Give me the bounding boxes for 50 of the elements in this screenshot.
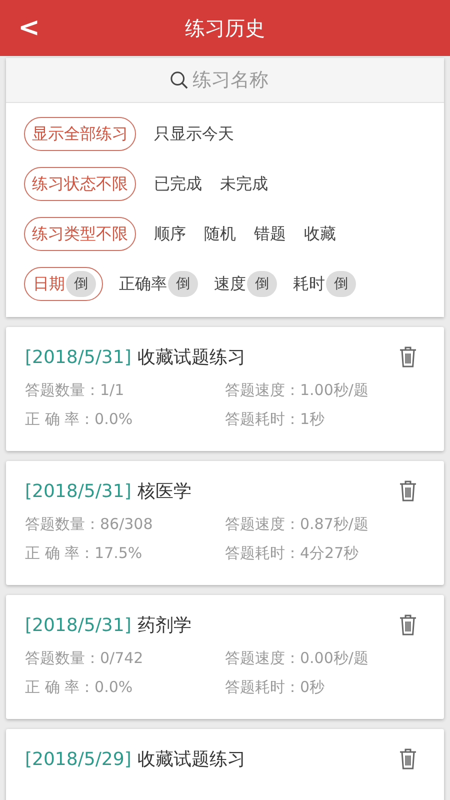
filter-option[interactable]: 随机	[204, 217, 236, 251]
record-name: 收藏试题练习	[137, 347, 246, 368]
stat-text: 答题数量：0/742	[25, 649, 144, 668]
record-name: 药剂学	[137, 615, 192, 636]
stat-text: 答题数量：1/1	[25, 381, 126, 400]
record-date: [2018/5/31]	[25, 615, 132, 636]
stat-text: 答题速度：0.87秒/题	[225, 515, 370, 534]
sort-option[interactable]: 日期 倒	[24, 267, 103, 301]
filter-option[interactable]: 只显示今天	[154, 117, 234, 151]
filter-option[interactable]: 练习状态不限	[24, 167, 136, 201]
stat-text: 答题数量：86/308	[25, 515, 154, 534]
filter-option[interactable]: 未完成	[220, 167, 268, 201]
stat-text: 正 确 率：0.0%	[25, 678, 134, 697]
record-date: [2018/5/31]	[25, 481, 132, 502]
back-button[interactable]: <	[14, 10, 44, 46]
filter-option[interactable]: 显示全部练习	[24, 117, 136, 151]
record-name: 核医学	[137, 481, 192, 502]
record-name: 收藏试题练习	[137, 749, 246, 770]
sort-option[interactable]: 耗时 倒	[293, 267, 356, 301]
sort-option[interactable]: 速度 倒	[214, 267, 277, 301]
order-badge: 倒	[326, 271, 356, 297]
record-date: [2018/5/31]	[25, 347, 132, 368]
filter-option[interactable]: 已完成	[154, 167, 202, 201]
order-badge: 倒	[66, 271, 96, 297]
sort-label: 速度	[214, 274, 246, 294]
record-date: [2018/5/29]	[25, 749, 132, 770]
search-icon	[170, 70, 188, 90]
filter-option[interactable]: 收藏	[304, 217, 336, 251]
filter-option[interactable]: 顺序	[154, 217, 186, 251]
filter-option[interactable]: 错题	[254, 217, 286, 251]
sort-label: 正确率	[119, 274, 167, 294]
sort-label: 日期	[33, 274, 65, 294]
order-badge: 倒	[247, 271, 277, 297]
sort-label: 耗时	[293, 274, 325, 294]
stat-text: 正 确 率：17.5%	[25, 544, 144, 563]
stat-text: 答题耗时：0秒	[225, 678, 326, 697]
search-field[interactable]: 练习名称	[190, 68, 280, 92]
stat-text: 答题耗时：1秒	[225, 410, 326, 429]
stat-text: 正 确 率：0.0%	[25, 410, 134, 429]
filter-option[interactable]: 练习类型不限	[24, 217, 136, 251]
stat-text: 答题速度：0.00秒/题	[225, 649, 370, 668]
stat-text: 答题耗时：4分27秒	[225, 544, 360, 563]
trash-icon	[399, 480, 417, 502]
sort-option[interactable]: 正确率 倒	[119, 267, 198, 301]
stat-text: 答题速度：1.00秒/题	[225, 381, 370, 400]
order-badge: 倒	[168, 271, 198, 297]
trash-icon	[399, 614, 417, 636]
page-title: 练习历史	[185, 14, 265, 42]
trash-icon	[399, 748, 417, 770]
trash-icon	[399, 346, 417, 368]
